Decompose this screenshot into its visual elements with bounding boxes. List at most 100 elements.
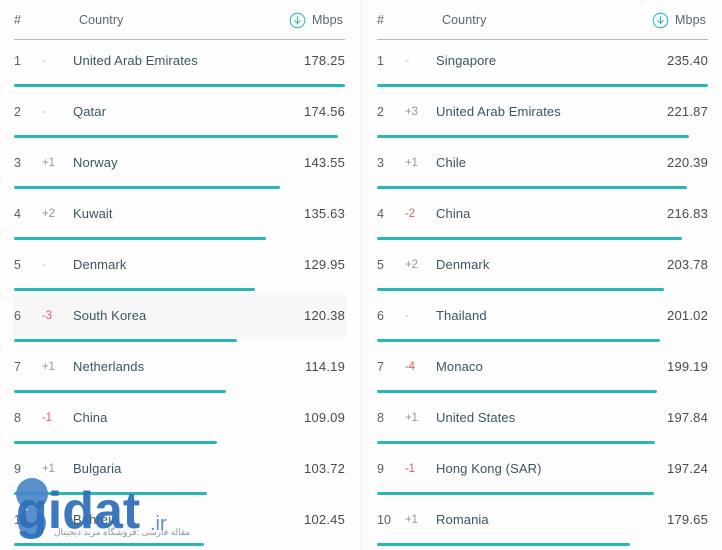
speed-bar-track	[14, 387, 345, 397]
cell-country-name: Monaco	[436, 359, 483, 374]
cell-country-name: Bahrein	[73, 512, 119, 527]
speed-bar-fill	[14, 84, 345, 87]
speed-bar-track	[377, 387, 708, 397]
cell-speed-value: 178.25	[304, 53, 345, 68]
cell-rank-change: -	[42, 54, 46, 67]
table-row-content: 10 - Bahrein 102.45	[14, 499, 345, 540]
cell-country-name: United States	[436, 410, 516, 425]
cell-country-name: China	[73, 410, 108, 425]
cell-country-name: Qatar	[73, 104, 107, 119]
cell-speed-value: 103.72	[304, 461, 345, 476]
table-row[interactable]: 4 -2 China 216.83	[377, 193, 708, 244]
speed-bar-fill	[377, 441, 656, 444]
speed-bar-fill	[377, 492, 655, 495]
cell-rank-change: +2	[405, 258, 418, 271]
cell-rank: 1	[377, 53, 384, 68]
cell-rank-change: -4	[405, 360, 415, 373]
cell-rank-change: +1	[42, 360, 55, 373]
cell-country-name: Singapore	[436, 53, 497, 68]
table-row[interactable]: 3 +1 Norway 143.55	[14, 142, 345, 193]
cell-speed-value: 199.19	[667, 359, 708, 374]
table-row-content: 2 - Qatar 174.56	[14, 91, 345, 132]
cell-rank: 6	[14, 308, 21, 323]
ranking-list-left: 1 - United Arab Emirates 178.25 2 - Qatar 174.5…	[14, 40, 345, 550]
speed-bar-track	[14, 183, 345, 193]
table-row[interactable]: 1 - Singapore 235.40	[377, 40, 708, 91]
cell-country-name: Bulgaria	[73, 461, 122, 476]
cell-speed-value: 109.09	[304, 410, 345, 425]
speed-bar-fill	[377, 339, 660, 342]
table-header-right: # Country Mbps	[377, 0, 708, 40]
table-row-content: 8 +1 United States 197.84	[377, 397, 708, 438]
table-row[interactable]: 2 - Qatar 174.56	[14, 91, 345, 142]
table-row[interactable]: 1 - United Arab Emirates 178.25	[14, 40, 345, 91]
speed-bar-fill	[14, 441, 217, 444]
speed-bar-fill	[14, 288, 256, 291]
cell-rank-change: -1	[42, 411, 52, 424]
cell-rank-change: -	[42, 105, 46, 118]
speed-bar-track	[377, 489, 708, 499]
table-row[interactable]: 5 - Denmark 129.95	[14, 244, 345, 295]
cell-country-name: United Arab Emirates	[436, 104, 561, 119]
speed-bar-fill	[14, 339, 238, 342]
speed-bar-track	[14, 489, 345, 499]
speed-bar-track	[14, 540, 345, 550]
cell-rank: 6	[377, 308, 384, 323]
column-header-unit[interactable]: Mbps	[652, 12, 708, 29]
speed-bar-track	[14, 285, 345, 295]
cell-speed-value: 201.02	[667, 308, 708, 323]
table-row[interactable]: 6 -3 South Korea 120.38	[14, 295, 345, 346]
table-row-content: 7 +1 Netherlands 114.19	[14, 346, 345, 387]
cell-speed-value: 135.63	[304, 206, 345, 221]
table-row-content: 1 - Singapore 235.40	[377, 40, 708, 81]
cell-rank: 9	[14, 461, 21, 476]
speed-bar-fill	[14, 543, 205, 546]
table-row-content: 6 -3 South Korea 120.38	[14, 295, 345, 336]
speed-bar-fill	[377, 135, 690, 138]
column-header-rank: #	[14, 13, 22, 27]
cell-country-name: South Korea	[73, 308, 147, 323]
cell-rank-change: -	[405, 54, 409, 67]
speed-bar-fill	[14, 237, 266, 240]
cell-speed-value: 235.40	[667, 53, 708, 68]
table-row[interactable]: 3 +1 Chile 220.39	[377, 142, 708, 193]
speed-bar-fill	[377, 390, 658, 393]
table-row[interactable]: 8 -1 China 109.09	[14, 397, 345, 448]
ranking-list-right: 1 - Singapore 235.40 2 +3 United Arab Emirates…	[377, 40, 708, 550]
table-row[interactable]: 9 +1 Bulgaria 103.72	[14, 448, 345, 499]
table-row[interactable]: 6 - Thailand 201.02	[377, 295, 708, 346]
speed-bar-fill	[377, 84, 708, 87]
cell-country-name: Denmark	[73, 257, 127, 272]
table-row[interactable]: 8 +1 United States 197.84	[377, 397, 708, 448]
cell-rank: 2	[377, 104, 384, 119]
table-row[interactable]: 7 +1 Netherlands 114.19	[14, 346, 345, 397]
cell-speed-value: 102.45	[304, 512, 345, 527]
table-row[interactable]: 10 +1 Romania 179.65	[377, 499, 708, 550]
speed-bar-fill	[377, 543, 630, 546]
cell-rank-change: -1	[405, 462, 415, 475]
cell-country-name: Romania	[436, 512, 489, 527]
column-header-unit[interactable]: Mbps	[289, 12, 345, 29]
speed-bar-track	[377, 540, 708, 550]
speed-bar-track	[377, 336, 708, 346]
table-row-content: 2 +3 United Arab Emirates 221.87	[377, 91, 708, 132]
cell-rank-change: -3	[42, 309, 52, 322]
table-row-content: 5 +2 Denmark 203.78	[377, 244, 708, 285]
cell-speed-value: 197.24	[667, 461, 708, 476]
cell-speed-value: 216.83	[667, 206, 708, 221]
table-row[interactable]: 4 +2 Kuwait 135.63	[14, 193, 345, 244]
table-row[interactable]: 10 - Bahrein 102.45	[14, 499, 345, 550]
table-row[interactable]: 5 +2 Denmark 203.78	[377, 244, 708, 295]
speed-bar-fill	[14, 390, 227, 393]
table-row[interactable]: 9 -1 Hong Kong (SAR) 197.24	[377, 448, 708, 499]
speed-bar-track	[14, 336, 345, 346]
cell-speed-value: 220.39	[667, 155, 708, 170]
table-row[interactable]: 2 +3 United Arab Emirates 221.87	[377, 91, 708, 142]
cell-country-name: China	[436, 206, 471, 221]
table-row[interactable]: 7 -4 Monaco 199.19	[377, 346, 708, 397]
ranking-panel-left: # Country Mbps 1 - United Arab Emirates 178…	[0, 0, 361, 550]
cell-rank: 4	[377, 206, 384, 221]
cell-rank: 10	[377, 512, 391, 527]
speed-bar-track	[14, 81, 345, 91]
speed-bar-track	[14, 438, 345, 448]
